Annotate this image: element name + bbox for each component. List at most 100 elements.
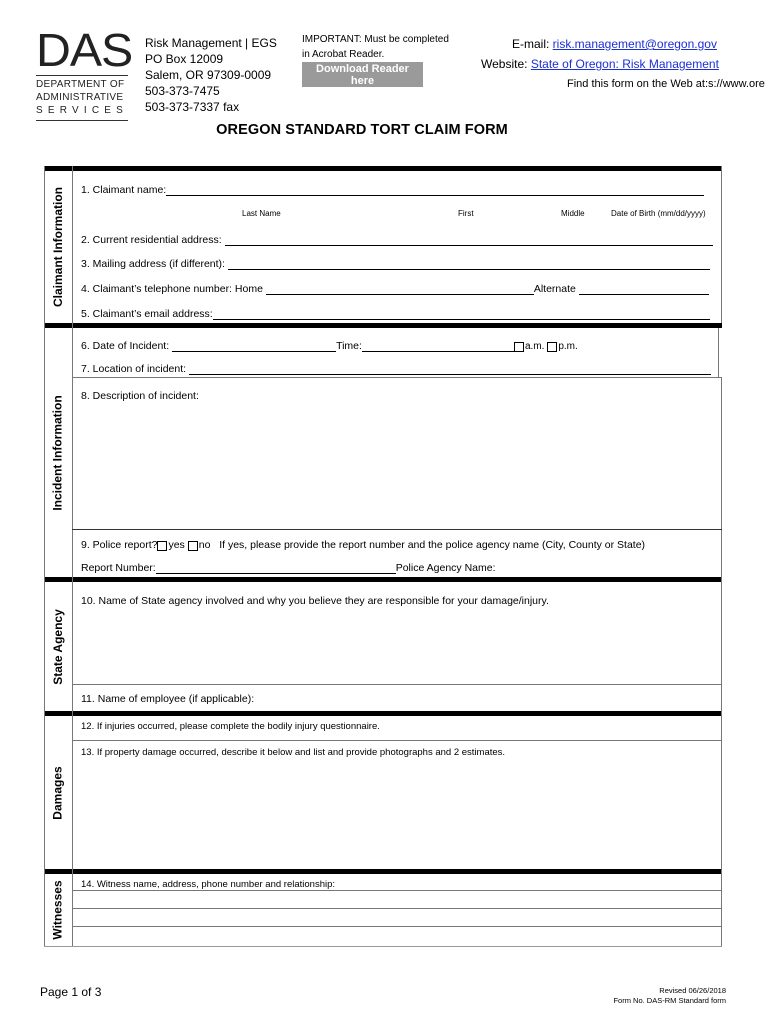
alternate-phone-label: Alternate xyxy=(533,283,576,295)
email-row: 5. Claimant’s email address: xyxy=(81,308,710,320)
police-yes-checkbox[interactable] xyxy=(157,541,168,551)
claimant-email-label: 5. Claimant’s email address: xyxy=(81,308,213,320)
section-label-state-agency: State Agency xyxy=(51,608,65,685)
incident-location-row: 7. Location of incident: xyxy=(81,363,711,375)
section-label-damages: Damages xyxy=(51,765,65,820)
address-line-3: Salem, OR 97309-0009 xyxy=(145,68,272,82)
section-label-incident: Incident Information xyxy=(51,394,65,511)
address-phone: 503-373-7475 xyxy=(145,84,220,98)
section-divider xyxy=(44,577,722,582)
find-form-text: Find this form on the Web at:s://www.ore xyxy=(567,78,765,90)
residential-address-field[interactable] xyxy=(224,234,713,246)
employee-name-label: 11. Name of employee (if applicable): xyxy=(81,693,255,705)
logo-acronym: DAS xyxy=(36,24,133,76)
mailing-address-field[interactable] xyxy=(227,258,710,270)
website-label: Website: xyxy=(481,57,531,71)
divider xyxy=(72,529,722,530)
revised-date: Revised 06/26/2018 xyxy=(659,986,726,995)
logo-divider-bottom xyxy=(36,120,128,121)
section-divider xyxy=(44,869,722,874)
frame-bottom xyxy=(44,946,722,947)
incident-date-label: 6. Date of Incident: xyxy=(81,340,170,352)
police-report-label: 9. Police report? xyxy=(81,539,158,551)
incident-description-label: 8. Description of incident: xyxy=(81,390,199,402)
mailing-address-row: 3. Mailing address (if different): xyxy=(81,258,710,270)
contact-website: Website: State of Oregon: Risk Managemen… xyxy=(481,57,719,71)
section-divider xyxy=(44,166,722,171)
form-revision: Revised 06/26/2018 Form No. DAS-RM Stand… xyxy=(613,986,726,1006)
home-phone-label: 4. Claimant’s telephone number: Home xyxy=(81,283,263,295)
agency-address: Risk Management | EGS PO Box 12009 Salem… xyxy=(145,35,277,115)
witness-label: 14. Witness name, address, phone number … xyxy=(81,879,336,890)
police-agency-field[interactable] xyxy=(496,563,676,574)
state-agency-field[interactable] xyxy=(74,610,719,683)
incident-date-field[interactable] xyxy=(172,340,337,352)
report-number-label: Report Number: xyxy=(81,562,156,574)
dob-caption: Date of Birth (mm/dd/yyyy) xyxy=(611,209,706,218)
important-notice: IMPORTANT: Must be completed in Acrobat … xyxy=(302,32,449,62)
residential-address-label: 2. Current residential address: xyxy=(81,234,222,246)
logo-line-2: ADMINISTRATIVE xyxy=(36,92,124,103)
important-line-1: IMPORTANT: Must be completed xyxy=(302,34,449,45)
page-number: Page 1 of 3 xyxy=(40,985,102,999)
address-fax: 503-373-7337 fax xyxy=(145,100,240,114)
label-column-divider xyxy=(72,166,73,946)
property-damage-field[interactable] xyxy=(74,762,719,866)
am-checkbox[interactable] xyxy=(513,342,524,352)
state-agency-label: 10. Name of State agency involved and wh… xyxy=(81,595,549,607)
frame-right xyxy=(721,166,722,323)
incident-description-field[interactable] xyxy=(74,404,719,528)
claimant-name-label: 1. Claimant name: xyxy=(81,184,167,196)
police-no-checkbox[interactable] xyxy=(187,541,198,551)
incident-time-label: Time: xyxy=(336,340,362,352)
website-link[interactable]: State of Oregon: Risk Management xyxy=(531,57,719,71)
alternate-phone-field[interactable] xyxy=(578,283,709,295)
section-label-claimant: Claimant Information xyxy=(51,186,66,308)
section-divider xyxy=(44,711,722,716)
frame-right xyxy=(718,328,719,377)
email-label: E-mail: xyxy=(512,37,553,51)
incident-location-field[interactable] xyxy=(189,363,711,375)
witness-field-3[interactable] xyxy=(74,927,719,945)
police-report-instructions: If yes, please provide the report number… xyxy=(219,539,646,551)
injury-questionnaire-note: 12. If injuries occurred, please complet… xyxy=(81,721,380,732)
report-number-row: Report Number: Police Agency Name: xyxy=(81,562,676,574)
am-label: a.m. xyxy=(524,341,545,352)
address-line-2: PO Box 12009 xyxy=(145,52,224,66)
witness-field-2[interactable] xyxy=(74,909,719,926)
telephone-row: 4. Claimant’s telephone number: Home Alt… xyxy=(81,283,709,295)
incident-time-field[interactable] xyxy=(361,340,514,352)
claimant-name-row: 1. Claimant name: xyxy=(81,184,705,196)
contact-email: E-mail: risk.management@oregon.gov xyxy=(512,37,717,51)
divider xyxy=(72,377,722,378)
incident-date-row: 6. Date of Incident: Time: a.m. p.m. xyxy=(81,340,578,352)
pm-checkbox[interactable] xyxy=(547,342,558,352)
email-link[interactable]: risk.management@oregon.gov xyxy=(553,37,717,51)
witness-field-1[interactable] xyxy=(74,891,719,908)
report-number-field[interactable] xyxy=(155,562,396,574)
download-reader-button[interactable]: Download Reader here xyxy=(302,62,423,87)
police-agency-label: Police Agency Name: xyxy=(395,562,496,574)
last-name-caption: Last Name xyxy=(242,209,281,218)
employee-name-field[interactable] xyxy=(260,688,718,708)
divider xyxy=(72,740,722,741)
logo-line-1: DEPARTMENT OF xyxy=(36,79,125,90)
first-name-caption: First xyxy=(458,209,474,218)
pm-label: p.m. xyxy=(558,341,578,352)
residential-address-row: 2. Current residential address: xyxy=(81,234,713,246)
section-divider xyxy=(44,323,722,328)
divider xyxy=(72,684,722,685)
claimant-name-field[interactable] xyxy=(166,184,705,196)
middle-name-caption: Middle xyxy=(561,209,585,218)
form-number: Form No. DAS-RM Standard form xyxy=(613,996,726,1005)
frame-right xyxy=(721,377,722,947)
home-phone-field[interactable] xyxy=(265,283,534,295)
form-title: OREGON STANDARD TORT CLAIM FORM xyxy=(216,122,508,138)
das-logo: DAS DEPARTMENT OF ADMINISTRATIVE SERVICE… xyxy=(36,27,133,123)
property-damage-label: 13. If property damage occurred, describ… xyxy=(81,747,506,758)
important-line-2: in Acrobat Reader. xyxy=(302,49,385,60)
police-no-label: no xyxy=(198,539,211,551)
incident-location-label: 7. Location of incident: xyxy=(81,363,187,375)
logo-line-3: SERVICES xyxy=(36,105,128,116)
claimant-email-field[interactable] xyxy=(212,308,710,320)
